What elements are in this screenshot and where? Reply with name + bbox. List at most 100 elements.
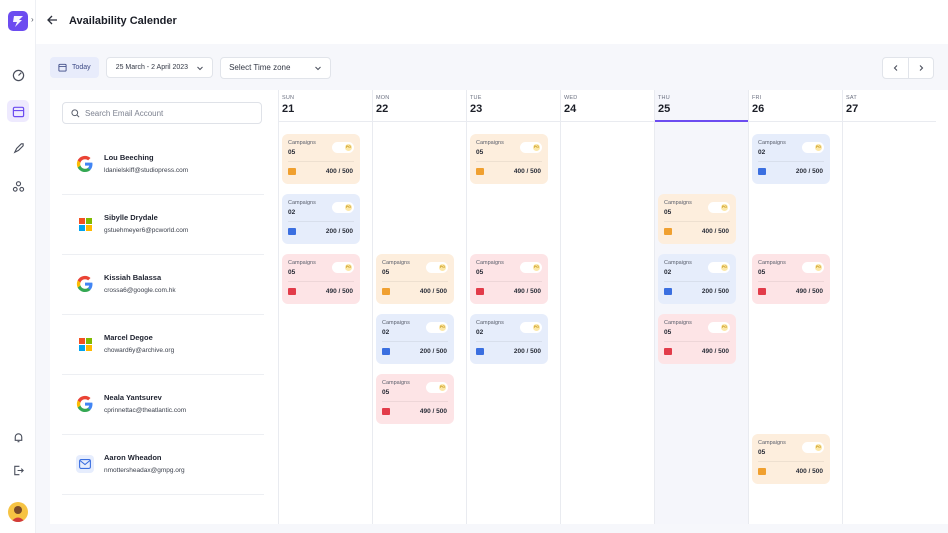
account-row[interactable]: Lou Beeching ldanielskiff@studiopress.com	[62, 135, 264, 195]
campaign-card[interactable]: Campaigns 05 PG 400 / 500	[658, 194, 736, 244]
campaign-card[interactable]: Campaigns 05 PG 490 / 500	[282, 254, 360, 304]
timezone-select[interactable]: Select Time zone	[220, 56, 332, 79]
envelope-icon	[288, 168, 296, 175]
main-area: Today 25 March - 2 April 2023 Select Tim…	[36, 44, 948, 533]
campaign-capacity: 200 / 500	[701, 288, 729, 295]
card-toggle[interactable]: PG	[708, 262, 730, 273]
toggle-label: PG	[345, 145, 351, 149]
campaign-label: Campaigns	[476, 320, 504, 326]
back-arrow-icon[interactable]	[46, 14, 58, 28]
envelope-icon	[288, 228, 296, 235]
campaign-card[interactable]: Campaigns 02 PG 200 / 500	[376, 314, 454, 364]
card-toggle[interactable]: PG	[708, 322, 730, 333]
campaign-card[interactable]: Campaigns 05 PG 490 / 500	[470, 254, 548, 304]
toggle-label: PG	[721, 325, 727, 329]
envelope-icon	[382, 288, 390, 295]
campaign-card[interactable]: Campaigns 02 PG 200 / 500	[658, 254, 736, 304]
card-toggle[interactable]: PG	[802, 442, 824, 453]
card-divider	[758, 461, 824, 462]
campaign-card[interactable]: Campaigns 05 PG 400 / 500	[470, 134, 548, 184]
day-header: SUN 21	[279, 90, 372, 122]
account-row[interactable]: Sibylle Drydale gstuehmeyer6@pcworld.com	[62, 195, 264, 255]
search-icon	[71, 109, 80, 118]
day-number: 24	[564, 103, 577, 115]
card-toggle[interactable]: PG	[520, 142, 542, 153]
campaign-count: 05	[382, 389, 390, 396]
calendar-icon[interactable]	[7, 100, 29, 122]
account-row[interactable]: Aaron Wheadon nmottersheadax@gmpg.org	[62, 435, 264, 495]
card-toggle[interactable]: PG	[802, 262, 824, 273]
next-week-button[interactable]	[908, 58, 933, 78]
toggle-label: PG	[721, 205, 727, 209]
email-accounts-panel: Search Email Account Lou Beeching ldaniel…	[50, 90, 278, 524]
envelope-icon	[758, 468, 766, 475]
day-header: TUE 23	[467, 90, 560, 122]
card-toggle[interactable]: PG	[802, 142, 824, 153]
toggle-label: PG	[439, 385, 445, 389]
bell-icon[interactable]	[9, 428, 27, 446]
card-toggle[interactable]: PG	[708, 202, 730, 213]
account-row[interactable]: Kissiah Balassa crossa6@google.com.hk	[62, 255, 264, 315]
envelope-icon	[476, 168, 484, 175]
day-of-week: MON	[376, 95, 390, 101]
day-column: THU 25	[654, 90, 748, 524]
card-divider	[288, 221, 354, 222]
mail-icon	[76, 455, 94, 473]
campaign-capacity: 400 / 500	[795, 468, 823, 475]
campaign-card[interactable]: Campaigns 05 PG 490 / 500	[376, 374, 454, 424]
card-toggle[interactable]: PG	[426, 382, 448, 393]
microsoft-icon	[76, 215, 94, 233]
dashboard-icon[interactable]	[9, 66, 27, 84]
card-divider	[382, 401, 448, 402]
card-toggle[interactable]: PG	[520, 322, 542, 333]
avatar[interactable]	[8, 502, 28, 522]
rocket-icon[interactable]	[9, 139, 27, 157]
card-toggle[interactable]: PG	[426, 262, 448, 273]
today-label: Today	[72, 64, 91, 71]
campaign-capacity: 490 / 500	[513, 288, 541, 295]
campaign-card[interactable]: Campaigns 02 PG 200 / 500	[470, 314, 548, 364]
campaign-capacity: 200 / 500	[795, 168, 823, 175]
card-toggle[interactable]: PG	[426, 322, 448, 333]
day-header: MON 22	[373, 90, 466, 122]
today-button[interactable]: Today	[50, 57, 99, 78]
campaign-card[interactable]: Campaigns 02 PG 200 / 500	[282, 194, 360, 244]
card-divider	[476, 281, 542, 282]
day-number: 26	[752, 103, 765, 115]
campaign-card[interactable]: Campaigns 05 PG 490 / 500	[752, 254, 830, 304]
campaign-label: Campaigns	[288, 200, 316, 206]
logout-icon[interactable]	[9, 461, 27, 479]
campaign-card[interactable]: Campaigns 05 PG 400 / 500	[376, 254, 454, 304]
campaign-capacity: 490 / 500	[419, 408, 447, 415]
envelope-icon	[664, 288, 672, 295]
card-toggle[interactable]: PG	[332, 262, 354, 273]
account-name: Neala Yantsurev	[104, 393, 162, 402]
day-column: WED 24	[560, 90, 654, 524]
account-email: nmottersheadax@gmpg.org	[104, 467, 185, 474]
google-icon	[76, 275, 94, 293]
card-divider	[758, 281, 824, 282]
toggle-label: PG	[815, 265, 821, 269]
campaign-card[interactable]: Campaigns 02 PG 200 / 500	[752, 134, 830, 184]
campaign-label: Campaigns	[758, 140, 786, 146]
campaign-card[interactable]: Campaigns 05 PG 400 / 500	[752, 434, 830, 484]
campaign-card[interactable]: Campaigns 05 PG 490 / 500	[658, 314, 736, 364]
app-logo[interactable]	[8, 11, 28, 31]
date-range-select[interactable]: 25 March - 2 April 2023	[105, 57, 214, 78]
people-icon[interactable]	[9, 177, 27, 195]
chevron-right-icon[interactable]: ›	[31, 15, 34, 24]
card-toggle[interactable]: PG	[332, 142, 354, 153]
card-toggle[interactable]: PG	[520, 262, 542, 273]
card-divider	[664, 281, 730, 282]
account-name: Sibylle Drydale	[104, 213, 158, 222]
google-icon	[76, 395, 94, 413]
search-placeholder: Search Email Account	[85, 108, 164, 118]
campaign-capacity: 490 / 500	[325, 288, 353, 295]
search-input[interactable]: Search Email Account	[62, 102, 262, 124]
campaign-card[interactable]: Campaigns 05 PG 400 / 500	[282, 134, 360, 184]
card-toggle[interactable]: PG	[332, 202, 354, 213]
campaign-label: Campaigns	[758, 440, 786, 446]
account-row[interactable]: Neala Yantsurev cprinnettac@theatlantic.c…	[62, 375, 264, 435]
account-row[interactable]: Marcel Degoe choward6y@archive.org	[62, 315, 264, 375]
prev-week-button[interactable]	[883, 58, 908, 78]
